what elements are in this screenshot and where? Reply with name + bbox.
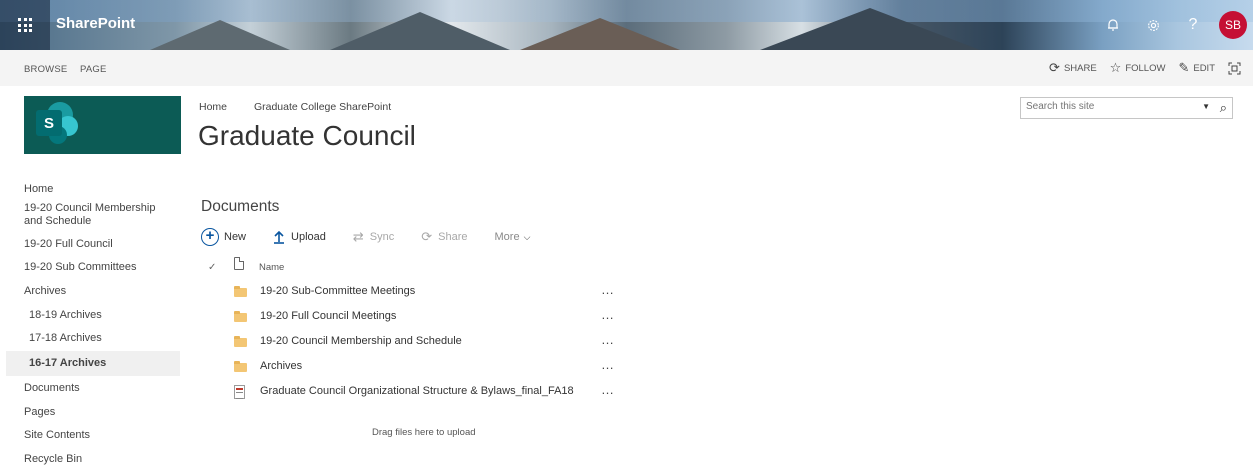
notifications-button[interactable] bbox=[1093, 0, 1133, 50]
sync-label: Sync bbox=[369, 231, 395, 243]
avatar[interactable]: SB bbox=[1219, 11, 1247, 39]
sync-icon: ⇄ bbox=[352, 229, 364, 244]
breadcrumb-parent-site-link[interactable]: Graduate College SharePoint bbox=[254, 101, 391, 113]
list-item[interactable]: 19-20 Council Membership and Schedule … bbox=[201, 329, 631, 354]
ribbon: BROWSE PAGE ⟳ SHARE ☆ FOLLOW ✎ EDIT bbox=[0, 50, 1253, 86]
nav-item-sub-committees[interactable]: 19-20 Sub Committees bbox=[24, 261, 180, 274]
new-button[interactable]: + New bbox=[201, 228, 246, 246]
more-actions-ellipsis-icon[interactable]: … bbox=[601, 382, 615, 397]
pencil-icon: ✎ bbox=[1178, 60, 1190, 75]
star-icon: ☆ bbox=[1109, 60, 1122, 75]
list-item[interactable]: 19-20 Sub-Committee Meetings … bbox=[201, 279, 631, 304]
search-icon[interactable]: ⌕ bbox=[1220, 100, 1227, 116]
item-name-link[interactable]: 19-20 Full Council Meetings bbox=[260, 310, 396, 322]
left-navigation: Home 19-20 Council Membership and Schedu… bbox=[6, 183, 180, 466]
app-launcher-button[interactable] bbox=[0, 0, 50, 50]
folder-icon bbox=[234, 336, 247, 347]
breadcrumb: Home Graduate College SharePoint bbox=[199, 101, 415, 113]
bell-icon bbox=[1108, 19, 1118, 31]
settings-button[interactable] bbox=[1133, 0, 1173, 50]
share-icon: ⟳ bbox=[421, 229, 433, 244]
suite-icons: ? SB bbox=[1093, 0, 1253, 50]
nav-item-council-membership[interactable]: 19-20 Council Membership and Schedule bbox=[24, 202, 169, 228]
document-type-header-icon bbox=[234, 257, 244, 270]
sharepoint-logo-icon: S bbox=[36, 110, 62, 136]
upload-label: Upload bbox=[291, 231, 326, 243]
more-actions-ellipsis-icon[interactable]: … bbox=[601, 357, 615, 372]
suite-bar: SharePoint ? SB bbox=[0, 0, 1253, 50]
nav-item-documents[interactable]: Documents bbox=[24, 382, 180, 395]
plus-circle-icon: + bbox=[201, 228, 219, 246]
tab-browse[interactable]: BROWSE bbox=[24, 64, 67, 75]
help-icon: ? bbox=[1188, 16, 1198, 33]
nav-item-16-17-archives[interactable]: 16-17 Archives bbox=[6, 351, 180, 376]
documents-toolbar: + New Upload ⇄ Sync ⟳ Share More ⌵ bbox=[201, 227, 557, 247]
list-item[interactable]: 19-20 Full Council Meetings … bbox=[201, 304, 631, 329]
follow-label: FOLLOW bbox=[1125, 62, 1166, 74]
search-input[interactable] bbox=[1026, 101, 1196, 112]
nav-item-pages[interactable]: Pages bbox=[24, 406, 180, 419]
select-all-checkmark-icon[interactable]: ✓ bbox=[208, 262, 216, 273]
nav-item-home[interactable]: Home bbox=[24, 183, 180, 196]
focus-mode-button[interactable] bbox=[1228, 62, 1241, 75]
documents-webpart-title[interactable]: Documents bbox=[201, 198, 279, 216]
nav-item-17-18-archives[interactable]: 17-18 Archives bbox=[24, 332, 180, 345]
search-scope-dropdown-icon[interactable]: ▼ bbox=[1202, 102, 1210, 111]
pdf-file-icon bbox=[234, 385, 245, 399]
nav-item-full-council[interactable]: 19-20 Full Council bbox=[24, 238, 180, 251]
share-doc-button[interactable]: ⟳ Share bbox=[421, 229, 467, 245]
nav-item-archives[interactable]: Archives bbox=[24, 285, 180, 298]
share-doc-label: Share bbox=[438, 231, 468, 243]
column-header-name[interactable]: Name bbox=[259, 262, 284, 273]
folder-icon bbox=[234, 361, 247, 372]
page-title: Graduate Council bbox=[198, 120, 416, 151]
share-label: SHARE bbox=[1063, 62, 1097, 74]
edit-button[interactable]: ✎ EDIT bbox=[1178, 60, 1215, 76]
nav-item-18-19-archives[interactable]: 18-19 Archives bbox=[24, 309, 180, 322]
waffle-icon bbox=[18, 18, 32, 32]
item-name-link[interactable]: Graduate Council Organizational Structur… bbox=[260, 385, 574, 397]
sync-button[interactable]: ⇄ Sync bbox=[353, 229, 394, 245]
edit-label: EDIT bbox=[1193, 62, 1215, 74]
upload-icon bbox=[274, 230, 285, 244]
folder-icon bbox=[234, 286, 247, 297]
share-icon: ⟳ bbox=[1049, 60, 1060, 75]
nav-item-site-contents[interactable]: Site Contents bbox=[24, 429, 180, 442]
more-button[interactable]: More ⌵ bbox=[495, 231, 531, 243]
nav-item-recycle-bin[interactable]: Recycle Bin bbox=[24, 453, 180, 466]
upload-button[interactable]: Upload bbox=[273, 230, 326, 244]
drop-zone-hint: Drag files here to upload bbox=[372, 427, 476, 438]
tab-page[interactable]: PAGE bbox=[80, 64, 107, 75]
help-button[interactable]: ? bbox=[1173, 0, 1213, 50]
more-label: More bbox=[494, 231, 520, 243]
item-name-link[interactable]: 19-20 Council Membership and Schedule bbox=[260, 335, 462, 347]
more-actions-ellipsis-icon[interactable]: … bbox=[601, 282, 615, 297]
focus-icon bbox=[1228, 62, 1241, 74]
site-logo[interactable]: S bbox=[24, 96, 181, 154]
folder-icon bbox=[234, 311, 247, 322]
list-header: ✓ Name bbox=[201, 257, 631, 279]
item-name-link[interactable]: 19-20 Sub-Committee Meetings bbox=[260, 285, 415, 297]
list-item[interactable]: Graduate Council Organizational Structur… bbox=[201, 379, 631, 404]
search-box[interactable]: ▼ ⌕ bbox=[1020, 97, 1233, 119]
list-item[interactable]: Archives … bbox=[201, 354, 631, 379]
ribbon-actions: ⟳ SHARE ☆ FOLLOW ✎ EDIT bbox=[1049, 58, 1253, 78]
chevron-down-icon: ⌵ bbox=[523, 231, 531, 242]
documents-list: ✓ Name 19-20 Sub-Committee Meetings … 19… bbox=[201, 257, 631, 404]
item-name-link[interactable]: Archives bbox=[260, 360, 302, 372]
banner-mountain bbox=[760, 8, 980, 50]
more-actions-ellipsis-icon[interactable]: … bbox=[601, 307, 615, 322]
suite-brand-link[interactable]: SharePoint bbox=[56, 15, 135, 32]
banner-mountain bbox=[520, 18, 680, 50]
more-actions-ellipsis-icon[interactable]: … bbox=[601, 332, 615, 347]
follow-button[interactable]: ☆ FOLLOW bbox=[1110, 60, 1166, 76]
gear-icon bbox=[1147, 19, 1159, 31]
new-label: New bbox=[224, 231, 247, 243]
breadcrumb-home-link[interactable]: Home bbox=[199, 101, 227, 113]
banner-mountain bbox=[330, 12, 510, 50]
share-button[interactable]: ⟳ SHARE bbox=[1049, 60, 1097, 76]
banner-mountain bbox=[150, 20, 290, 50]
